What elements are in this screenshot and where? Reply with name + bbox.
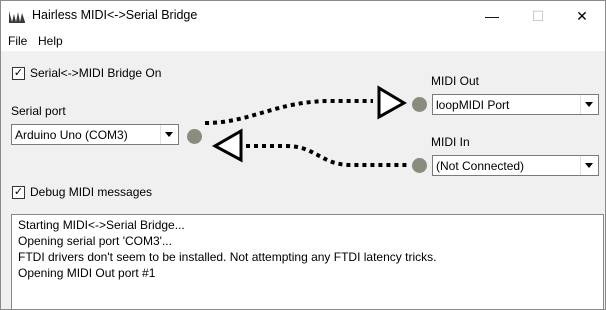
checkmark-icon: ✓ [13, 185, 24, 198]
midi-in-to-serial-connector [246, 144, 408, 167]
menu-bar: File Help [1, 31, 605, 51]
app-window: Hairless MIDI<->Serial Bridge — ☐ ✕ File… [0, 0, 606, 310]
menu-file[interactable]: File [8, 34, 27, 48]
window-title: Hairless MIDI<->Serial Bridge [32, 8, 198, 22]
log-line: Opening serial port 'COM3'... [18, 234, 172, 248]
midi-out-dropdown-button[interactable] [580, 95, 598, 114]
close-button[interactable]: ✕ [559, 1, 605, 31]
chevron-down-icon [585, 163, 593, 168]
debug-midi-checkbox[interactable]: ✓ [12, 185, 25, 199]
maximize-button[interactable]: ☐ [515, 1, 561, 31]
arrow-left-icon [211, 128, 243, 163]
midi-out-label: MIDI Out [431, 74, 480, 88]
debug-log-output[interactable]: Starting MIDI<->Serial Bridge... Opening… [11, 214, 604, 309]
midi-out-value: loopMIDI Port [436, 98, 510, 112]
title-bar[interactable]: Hairless MIDI<->Serial Bridge — ☐ ✕ [1, 1, 605, 31]
log-line: Opening MIDI Out port #1 [18, 266, 156, 280]
bridge-connectors [204, 85, 408, 167]
midi-in-dropdown-button[interactable] [580, 156, 598, 175]
midi-in-label: MIDI In [431, 135, 470, 149]
debug-midi-label[interactable]: Debug MIDI messages [30, 185, 152, 199]
chevron-down-icon [585, 102, 593, 107]
midi-out-select[interactable]: loopMIDI Port [432, 94, 599, 115]
log-line: FTDI drivers don't seem to be installed.… [18, 250, 437, 264]
midi-in-connector-dot [412, 158, 427, 173]
midi-in-value: (Not Connected) [436, 159, 525, 173]
main-panel: ✓ Serial<->MIDI Bridge On Serial port Ar… [1, 51, 605, 309]
minimize-button[interactable]: — [469, 1, 515, 31]
serial-to-midi-out-connector [204, 99, 373, 125]
menu-help[interactable]: Help [38, 34, 63, 48]
midi-in-select[interactable]: (Not Connected) [432, 155, 599, 176]
hairless-app-icon [9, 11, 25, 23]
log-line: Starting MIDI<->Serial Bridge... [18, 218, 185, 232]
midi-out-connector-dot [412, 97, 427, 112]
arrow-right-icon [377, 85, 407, 120]
